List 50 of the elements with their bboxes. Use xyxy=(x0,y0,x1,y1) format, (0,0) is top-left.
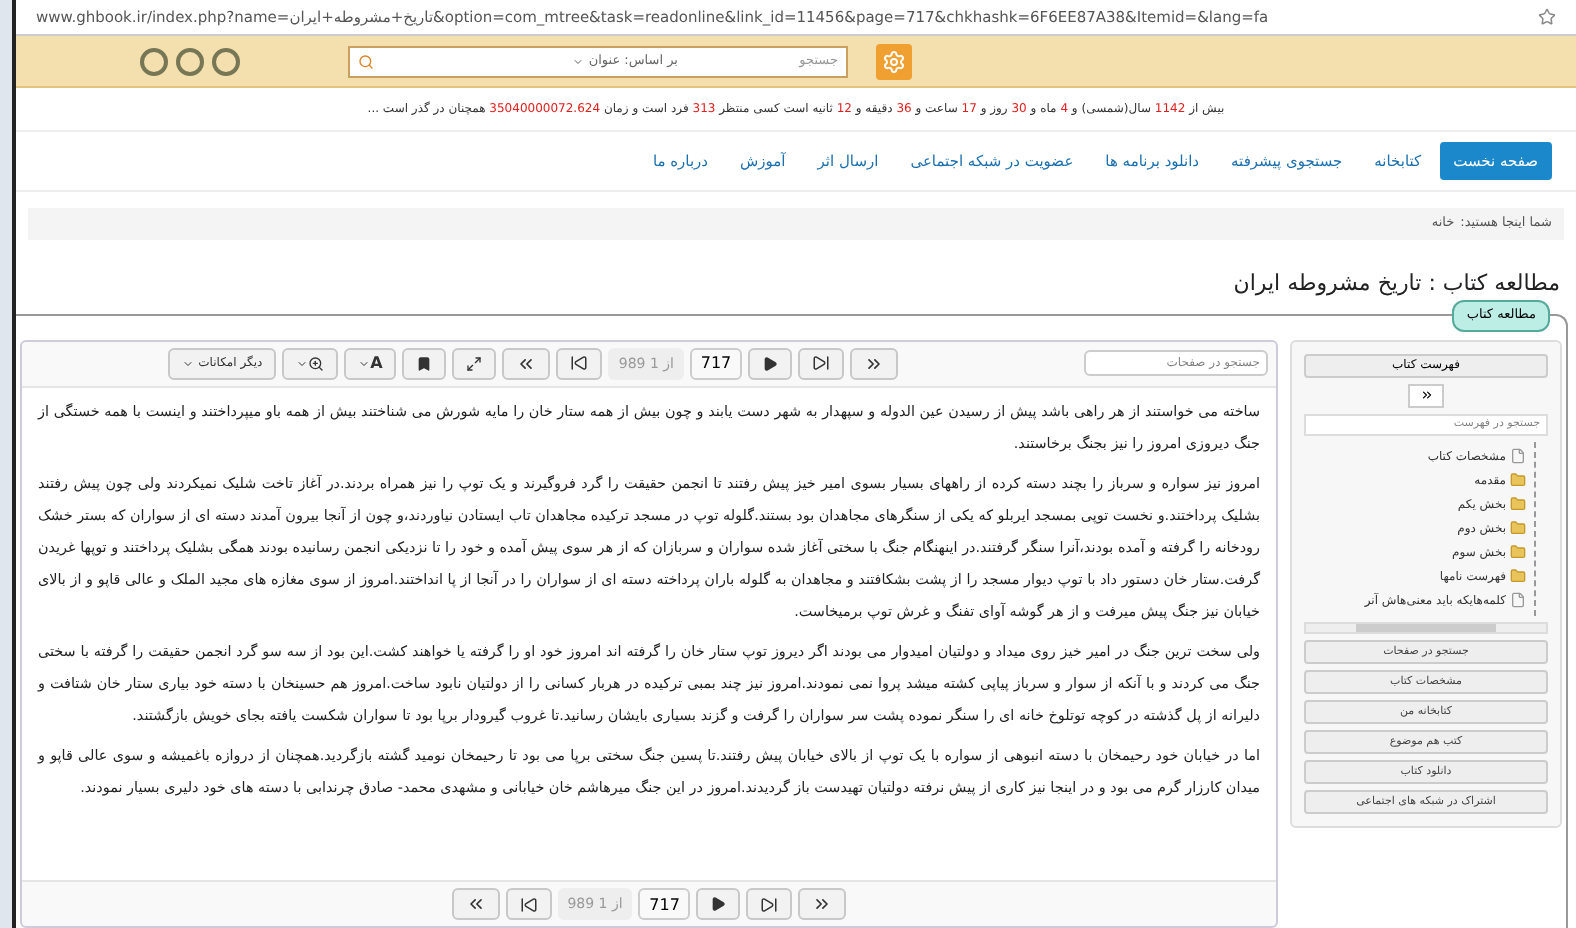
folder-icon xyxy=(1510,496,1526,513)
arrow-icon xyxy=(1419,388,1433,403)
previous-page-button[interactable] xyxy=(505,888,552,920)
star-icon xyxy=(1538,8,1556,26)
settings-icon xyxy=(882,49,906,73)
caret-icon xyxy=(296,357,309,370)
zoom-button[interactable] xyxy=(282,347,339,380)
folder-icon xyxy=(1510,568,1526,585)
bookmark-icon xyxy=(416,355,433,372)
first-page-button[interactable] xyxy=(451,888,500,920)
bottom-page-input[interactable]: 717 xyxy=(638,888,691,920)
skip-forward-icon xyxy=(812,354,830,373)
next-page-button[interactable] xyxy=(748,347,792,380)
first-page-icon xyxy=(465,894,486,914)
skip-forward-icon xyxy=(760,895,779,913)
file-icon xyxy=(1510,448,1526,465)
play-icon xyxy=(710,896,727,912)
previous-page-button[interactable] xyxy=(556,347,603,380)
file-icon xyxy=(1510,592,1526,609)
next-page-button[interactable] xyxy=(696,888,741,920)
last-page-button[interactable] xyxy=(850,347,898,380)
fullscreen-button[interactable] xyxy=(452,347,497,380)
round-logo-icon[interactable] xyxy=(140,47,168,75)
previous-page-icon xyxy=(519,895,538,913)
caret-icon xyxy=(182,357,195,370)
last-page-icon xyxy=(864,353,884,374)
first-page-icon xyxy=(516,353,537,374)
last-page-icon xyxy=(812,894,833,914)
page-title: مطالعه کتاب : تاریخ مشروطه ایران xyxy=(1231,268,1562,301)
search-icon xyxy=(358,53,374,69)
round-logo-icon[interactable] xyxy=(212,47,240,75)
expand-icon xyxy=(466,355,483,372)
play-icon xyxy=(762,355,778,372)
last-page-button[interactable] xyxy=(798,888,847,920)
round-logo-icon[interactable] xyxy=(176,47,204,75)
font-size-button[interactable]: A xyxy=(344,347,397,380)
forward-button[interactable] xyxy=(746,888,793,920)
horizontal-scrollbar[interactable] xyxy=(1304,621,1548,634)
caret-icon xyxy=(358,357,371,370)
caret-icon xyxy=(572,55,585,67)
first-page-button[interactable] xyxy=(502,347,551,380)
page-input[interactable]: 717 xyxy=(690,347,742,380)
folder-icon xyxy=(1510,544,1526,561)
zoom-icon xyxy=(308,355,325,372)
forward-button[interactable] xyxy=(798,347,844,380)
folder-icon xyxy=(1510,520,1526,537)
folder-icon xyxy=(1510,472,1526,489)
bookmark-button[interactable] xyxy=(402,347,447,380)
toggle-button[interactable] xyxy=(1408,383,1444,408)
previous-page-icon xyxy=(570,354,589,373)
